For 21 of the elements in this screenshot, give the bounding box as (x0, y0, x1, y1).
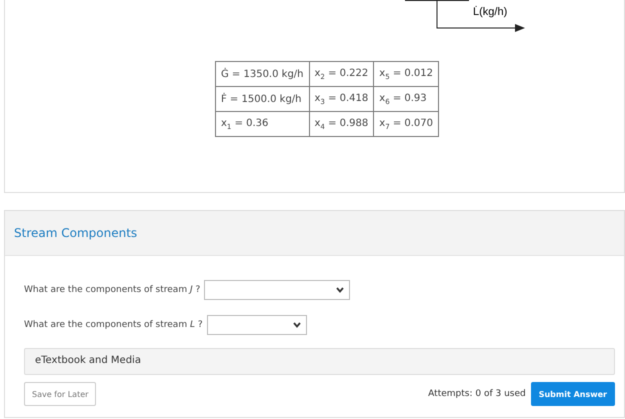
save-button[interactable]: Save for Later (24, 382, 96, 406)
table-cell: Ġ = 1350.0 kg/h (216, 62, 309, 86)
question-label: What are the components of stream J ? (24, 285, 200, 295)
table-cell: x$_{7}$ = 0.070 (374, 112, 439, 136)
chevron-icon (336, 287, 344, 293)
table-cell: Ḟ = 1500.0 kg/h (216, 86, 309, 112)
submit-button[interactable]: Submit Answer (530, 382, 615, 406)
attempts-text: Attempts: 0 of 3 used (428, 389, 526, 399)
dropdown-field[interactable] (204, 280, 350, 300)
table-cell: x$_{6}$ = 0.93 (374, 86, 439, 112)
table-cell: x$_{2}$ = 0.222 (309, 62, 374, 86)
stream-label: L̇(kg/h) (473, 6, 508, 18)
chevron-icon (292, 322, 301, 328)
table-cell: x$_{4}$ = 0.988 (309, 112, 374, 136)
table-cell: x$_{3}$ = 0.418 (309, 86, 374, 112)
etextbook-bar[interactable]: eTextbook and Media (24, 348, 615, 375)
section-title: Stream Components (14, 226, 138, 240)
question-label: What are the components of stream L ? (24, 320, 203, 330)
table-cell: x$_{5}$ = 0.012 (374, 62, 439, 86)
dropdown-field[interactable] (206, 315, 307, 335)
table-cell: x$_{1}$ = 0.36 (216, 112, 309, 136)
